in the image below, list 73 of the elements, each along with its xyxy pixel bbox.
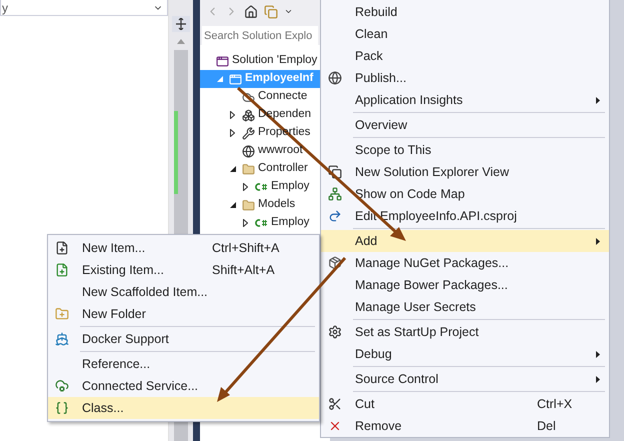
windows-icon	[328, 165, 342, 179]
menu-item[interactable]: Manage NuGet Packages...	[321, 252, 609, 274]
tree-item[interactable]: Models	[200, 196, 320, 214]
menu-item[interactable]: Rebuild	[321, 1, 609, 23]
menu-item[interactable]: Manage User Secrets	[321, 296, 609, 318]
menu-item[interactable]: Publish...	[321, 67, 609, 89]
csharp-file-icon	[254, 218, 268, 228]
tree-item[interactable]: Employ	[200, 214, 320, 232]
menu-item[interactable]: Add	[321, 230, 609, 252]
tree-item[interactable]: Controller	[200, 160, 320, 178]
tree-item[interactable]: Solution 'Employ	[200, 52, 320, 70]
diagram-icon	[328, 187, 342, 201]
collapsed-arrow-icon[interactable]	[243, 183, 248, 191]
package-icon	[328, 256, 342, 270]
menu-item[interactable]: Existing Item... Shift+Alt+A	[48, 259, 319, 281]
menu-item[interactable]: New Item... Ctrl+Shift+A	[48, 237, 319, 259]
globe-icon	[328, 71, 342, 85]
menu-item[interactable]: Set as StartUp Project	[321, 321, 609, 343]
project-icon	[228, 72, 242, 86]
folder-icon	[242, 198, 254, 212]
menu-item[interactable]: Reference...	[48, 353, 319, 375]
menu-item[interactable]: Remove Del	[321, 415, 609, 437]
solution-icon	[216, 54, 228, 68]
shortcut-text: Shift+Alt+A	[212, 262, 276, 279]
expanded-arrow-icon[interactable]	[230, 166, 236, 172]
menu-item[interactable]: New Solution Explorer View	[321, 161, 609, 183]
switch-views-icon[interactable]	[264, 4, 278, 18]
folder-icon	[55, 307, 69, 321]
csharp-file-icon	[254, 182, 268, 192]
scissors-icon	[328, 397, 342, 411]
collapsed-arrow-icon[interactable]	[230, 129, 235, 137]
shortcut-text: Ctrl+X	[537, 396, 574, 413]
dropdown-field[interactable]: y	[0, 0, 168, 16]
menu-item[interactable]: Class...	[48, 397, 319, 419]
shortcut-text: Del	[537, 418, 557, 435]
splitter-button[interactable]	[172, 16, 190, 32]
home-icon[interactable]	[244, 4, 258, 18]
menu-item[interactable]: Scope to This	[321, 139, 609, 161]
splitter-icon	[176, 18, 186, 30]
expanded-arrow-icon[interactable]	[230, 202, 236, 208]
cloud-icon	[55, 379, 69, 393]
tree-item[interactable]: wwwroot	[200, 142, 320, 160]
menu-item[interactable]: Manage Bower Packages...	[321, 274, 609, 296]
dependencies-icon	[242, 108, 254, 122]
globe-icon	[242, 144, 254, 158]
menu-item[interactable]: Pack	[321, 45, 609, 67]
search-field[interactable]: Search Solution Explo	[202, 26, 318, 46]
cloud-icon	[242, 90, 254, 104]
menu-item[interactable]: Connected Service...	[48, 375, 319, 397]
menu-item[interactable]: Source Control	[321, 368, 609, 390]
tree-item[interactable]: Connecte	[200, 88, 320, 106]
menu-item[interactable]: Clean	[321, 23, 609, 45]
menu-item[interactable]: Debug	[321, 343, 609, 365]
curved-arrow-icon	[328, 209, 342, 223]
new-item-icon	[55, 241, 69, 255]
menu-item[interactable]: Overview	[321, 114, 609, 136]
close-icon	[328, 419, 342, 433]
collapsed-arrow-icon[interactable]	[230, 111, 235, 119]
menu-item[interactable]: New Scaffolded Item...	[48, 281, 319, 303]
menu-item[interactable]: Docker Support	[48, 328, 319, 350]
collapsed-arrow-icon[interactable]	[243, 219, 248, 227]
folder-icon	[242, 162, 254, 176]
settings-icon	[328, 325, 342, 339]
menu-item[interactable]: Application Insights	[321, 89, 609, 111]
caret-icon[interactable]	[284, 7, 293, 16]
wrench-icon	[242, 126, 254, 140]
shortcut-text: Ctrl+Shift+A	[212, 240, 280, 257]
ship-icon	[55, 332, 69, 346]
menu-item[interactable]: New Folder	[48, 303, 319, 325]
class-icon	[55, 401, 69, 415]
tree-item[interactable]: Employ	[200, 178, 320, 196]
menu-item[interactable]: Cut Ctrl+X	[321, 393, 609, 415]
add-item-icon	[55, 263, 69, 277]
